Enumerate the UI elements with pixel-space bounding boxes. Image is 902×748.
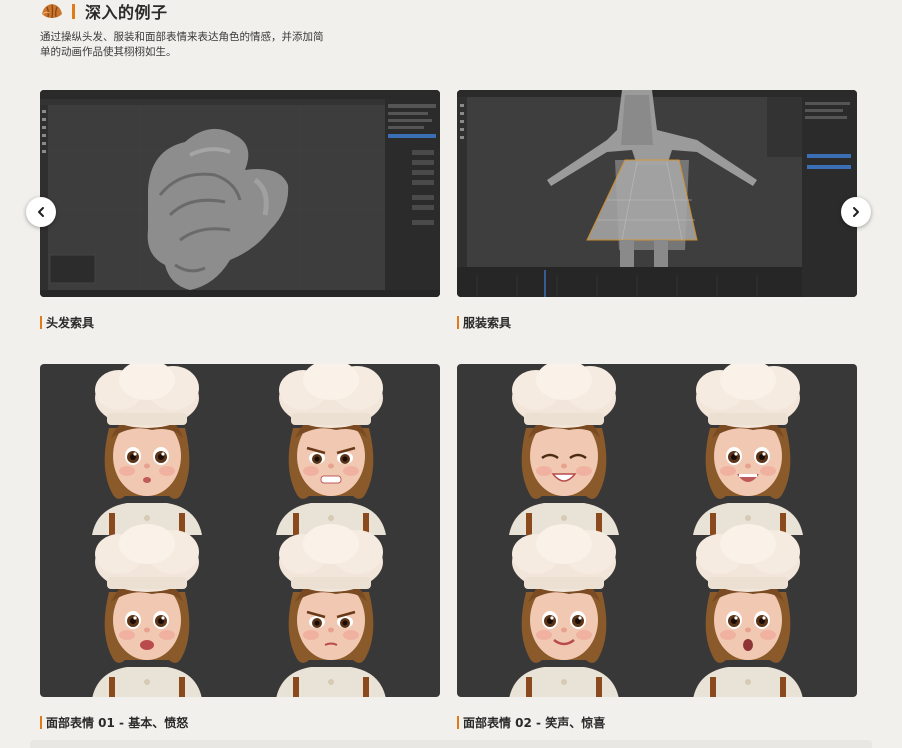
caption-accent-bar	[40, 316, 42, 329]
gallery-caption: 头发索具	[40, 314, 94, 331]
gallery-image-expressions-01	[40, 364, 440, 697]
caption-accent-bar	[40, 716, 42, 729]
gallery-caption: 面部表情 01 - 基本、愤怒	[40, 714, 188, 731]
next-section-edge	[30, 740, 872, 748]
caption-text: 面部表情 02 - 笑声、惊喜	[463, 716, 606, 730]
carousel-prev-button[interactable]	[26, 197, 56, 227]
gallery-caption: 面部表情 02 - 笑声、惊喜	[457, 714, 605, 731]
expression-grid-01	[92, 364, 386, 697]
gallery-image-clothing-rigging	[457, 90, 857, 297]
chevron-left-icon	[38, 207, 44, 217]
gallery-image-expressions-02	[457, 364, 857, 697]
caption-accent-bar	[457, 716, 459, 729]
gallery-caption: 服装索具	[457, 314, 511, 331]
chevron-right-icon	[853, 207, 859, 217]
caption-text: 服装索具	[463, 316, 512, 330]
title-accent-bar	[72, 3, 75, 19]
caption-text: 头发索具	[46, 316, 95, 330]
caption-accent-bar	[457, 316, 459, 329]
croissant-icon	[42, 4, 62, 19]
caption-text: 面部表情 01 - 基本、愤怒	[46, 716, 189, 730]
gallery-image-hair-rigging	[40, 90, 440, 297]
section-header: 深入的例子	[40, 0, 168, 22]
carousel-next-button[interactable]	[841, 197, 871, 227]
section-title: 深入的例子	[85, 3, 168, 22]
expression-grid-02	[509, 364, 803, 697]
section-description: 通过操纵头发、服装和面部表情来表达角色的情感，并添加简单的动画作品使其栩栩如生。	[40, 31, 324, 58]
